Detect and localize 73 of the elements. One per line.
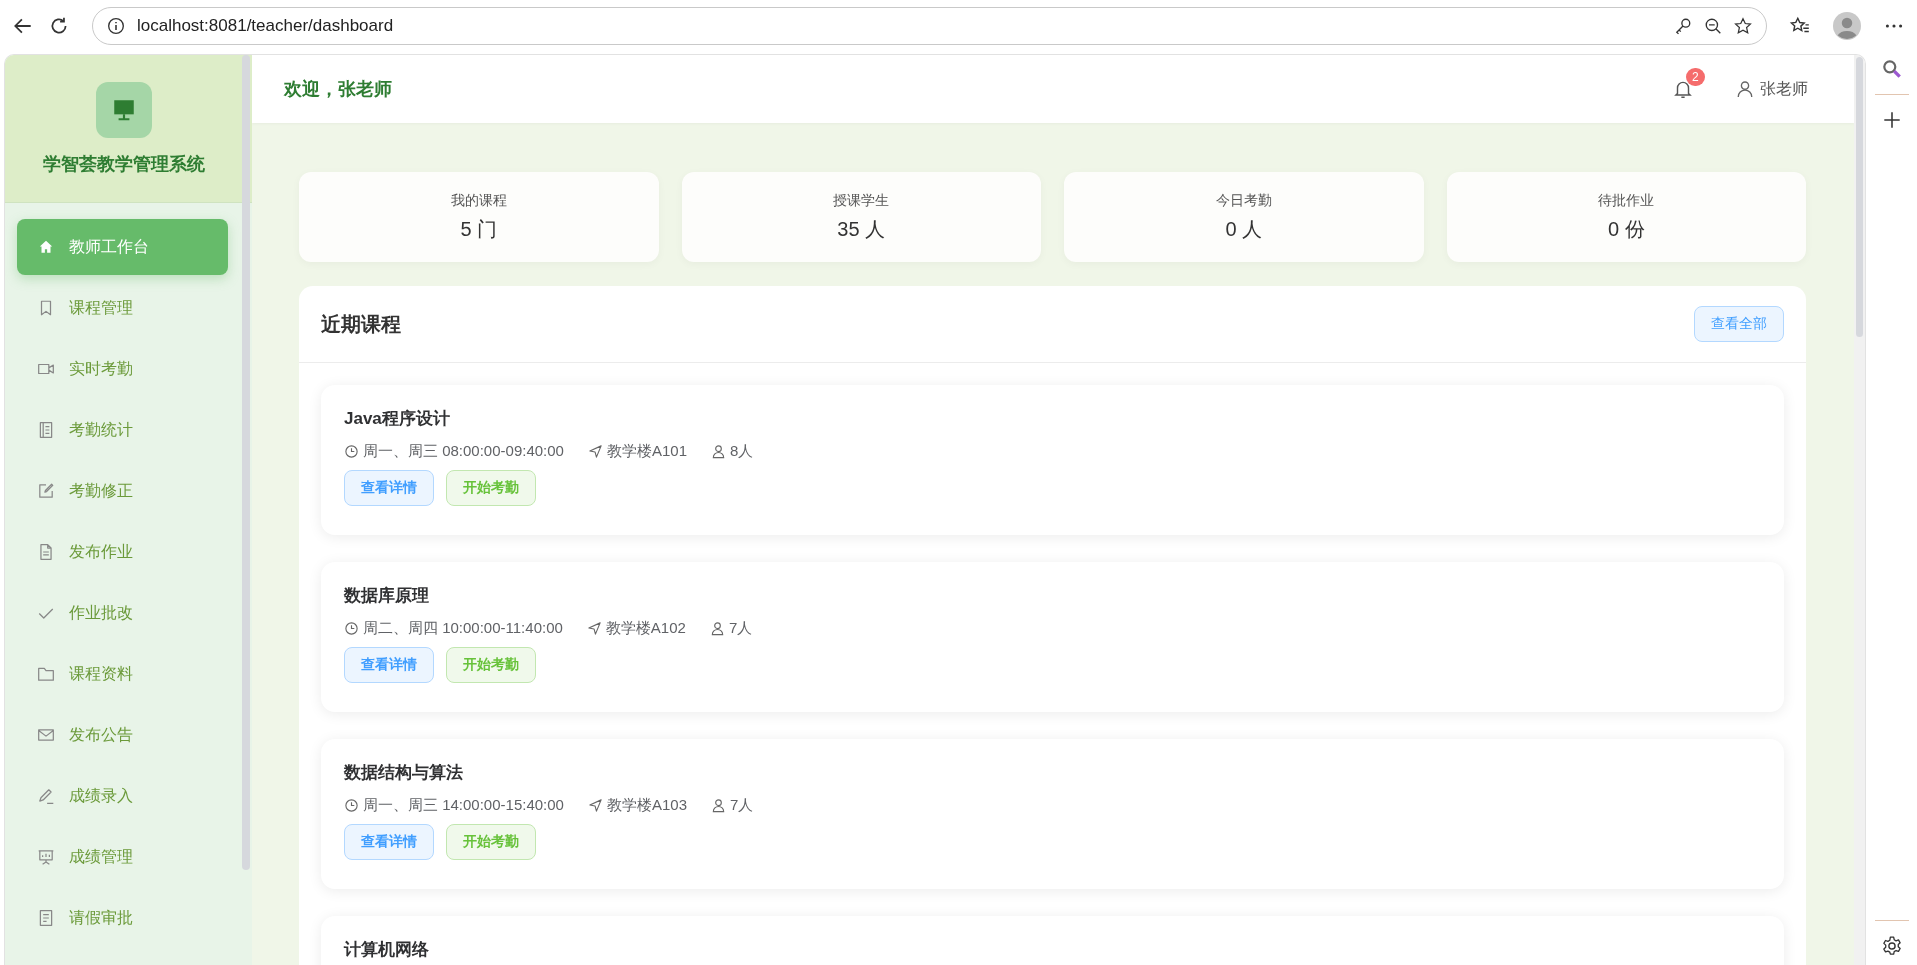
pen-icon [37, 787, 55, 805]
user-icon [709, 621, 725, 636]
course-title: Java程序设计 [344, 408, 451, 430]
stat-label: 待批作业 [1598, 191, 1655, 210]
student-count: 8人 [730, 442, 754, 461]
scrollbar[interactable] [1856, 57, 1863, 337]
zoom-out-icon[interactable] [1704, 17, 1722, 35]
navigation-arrow-icon [587, 798, 603, 813]
user-menu[interactable]: 张老师 [1736, 78, 1808, 100]
details-button[interactable]: 查看详情 [344, 470, 434, 506]
stat-value: 5 门 [460, 216, 498, 242]
profile-avatar-icon[interactable] [1833, 12, 1861, 40]
stat-label: 我的课程 [450, 191, 507, 210]
course-title: 数据结构与算法 [344, 762, 464, 784]
panel-title: 近期课程 [321, 311, 401, 337]
clock-icon [344, 444, 359, 459]
student-count: 7人 [730, 796, 754, 815]
view-all-button[interactable]: 查看全部 [1694, 306, 1784, 342]
welcome-text: 欢迎，张老师 [284, 78, 392, 101]
stat-value: 35 人 [837, 216, 886, 242]
sidebar-item[interactable]: 实时考勤 [17, 341, 228, 397]
sidebar-item[interactable]: 作业批改 [17, 585, 228, 641]
course-title: 计算机网络 [344, 939, 430, 961]
monitor-icon [95, 81, 152, 138]
scrollbar[interactable] [242, 55, 250, 870]
key-icon[interactable] [1674, 17, 1692, 35]
clock-icon [344, 621, 359, 636]
attendance-button[interactable]: 开始考勤 [446, 824, 536, 860]
course-location: 教学楼A103 [606, 796, 687, 815]
sidebar-item[interactable]: 教师工作台 [17, 219, 228, 275]
presentation-icon [37, 848, 55, 866]
folder-icon [37, 665, 55, 683]
sidebar-item[interactable]: 课程管理 [17, 280, 228, 336]
user-icon [711, 798, 726, 813]
course-title: 数据库原理 [344, 585, 430, 607]
star-icon[interactable] [1734, 17, 1752, 35]
stat-value: 0 份 [1607, 216, 1645, 242]
user-icon [1736, 80, 1754, 98]
course-schedule: 周一、周三 14:00:00-15:40:00 [363, 796, 564, 815]
sidebar-item[interactable]: 请假审批 [17, 890, 228, 946]
navigation-arrow-icon [586, 621, 602, 636]
sidebar-item[interactable]: 成绩录入 [17, 768, 228, 824]
search-icon[interactable] [1880, 58, 1903, 80]
sidebar-item[interactable]: 课程资料 [17, 646, 228, 702]
list-document-icon [37, 909, 55, 927]
user-icon [711, 444, 726, 459]
app-title: 学智荟教学管理系统 [42, 152, 205, 176]
details-button[interactable]: 查看详情 [344, 824, 434, 860]
course-schedule: 周二、周四 10:00:00-11:40:00 [363, 619, 563, 638]
stat-label: 今日考勤 [1215, 191, 1272, 210]
student-count: 7人 [728, 619, 753, 638]
details-button[interactable]: 查看详情 [344, 647, 434, 683]
course-location: 教学楼A101 [606, 442, 687, 461]
course-location: 教学楼A102 [605, 619, 686, 638]
sidebar-item[interactable]: 成绩管理 [17, 829, 228, 885]
notification-count: 2 [1686, 68, 1705, 86]
sidebar-item[interactable]: 考勤修正 [17, 463, 228, 519]
sidebar-item[interactable]: 考勤统计 [17, 402, 228, 458]
course-schedule: 周一、周三 08:00:00-09:40:00 [363, 442, 564, 461]
clock-icon [344, 798, 359, 813]
sidebar-item[interactable]: 发布作业 [17, 524, 228, 580]
attendance-button[interactable]: 开始考勤 [446, 647, 536, 683]
edit-icon [37, 482, 55, 500]
mail-icon [37, 726, 55, 744]
document-icon [37, 543, 55, 561]
info-icon[interactable] [107, 17, 125, 35]
settings-icon[interactable] [1880, 935, 1903, 957]
attendance-button[interactable]: 开始考勤 [446, 470, 536, 506]
stat-label: 授课学生 [833, 191, 890, 210]
stat-value: 0 人 [1225, 216, 1263, 242]
notebook-icon [37, 421, 55, 439]
sidebar-item[interactable]: 发布公告 [17, 707, 228, 763]
navigation-arrow-icon [587, 444, 603, 459]
